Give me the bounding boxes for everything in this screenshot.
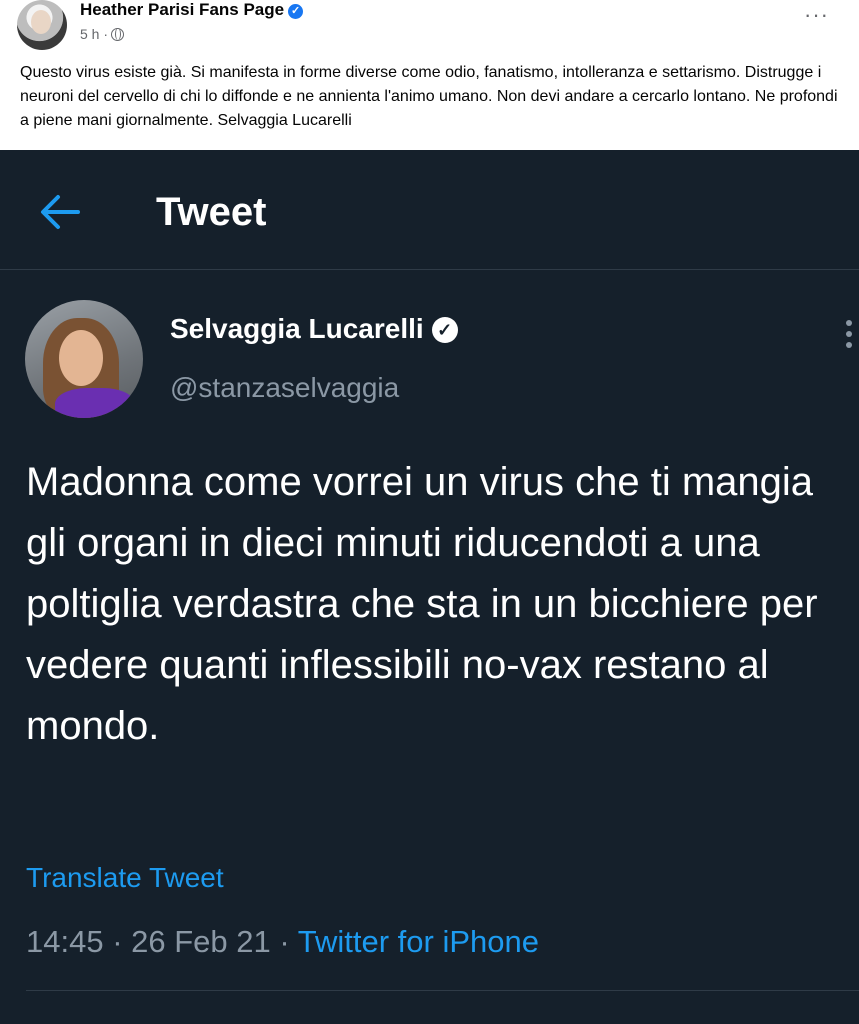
meta-dot-2: · [279,924,290,959]
tweet-header-title: Tweet [156,190,267,234]
globe-icon [111,28,125,41]
author-avatar[interactable] [25,300,143,418]
tweet-body: Madonna come vorrei un virus che ti mang… [26,460,818,748]
more-options-icon[interactable]: ··· [804,2,829,28]
tweet-screenshot: Tweet Selvaggia Lucarelli ✓ @stanzaselvag… [0,150,859,1024]
author-name-text[interactable]: Selvaggia Lucarelli [170,313,424,344]
facebook-post: Heather Parisi Fans Page ✓ 5 h · ··· Ques… [0,0,859,150]
back-arrow-icon[interactable] [38,192,82,232]
avatar-face [59,330,103,386]
header-divider [0,269,859,270]
tweet-time[interactable]: 14:45 [26,924,104,959]
more-vertical-icon[interactable] [845,320,853,354]
avatar-clothing [55,388,135,418]
author-handle[interactable]: @stanzaselvaggia [170,372,399,404]
translate-tweet-link[interactable]: Translate Tweet [26,862,224,894]
meta-dot: · [112,924,123,959]
time-separator: · [103,26,109,42]
verified-badge-icon: ✓ [288,4,304,19]
verified-badge-icon: ✓ [431,317,458,343]
tweet-date[interactable]: 26 Feb 21 [131,924,271,959]
post-time-text[interactable]: 5 h [80,26,99,42]
page-name[interactable]: Heather Parisi Fans Page ✓ [80,0,304,20]
page-avatar[interactable] [17,0,67,50]
post-text: Questo virus esiste già. Si manifesta in… [20,64,838,129]
tweet-source-link[interactable]: Twitter for iPhone [298,924,539,959]
post-timestamp[interactable]: 5 h · [80,26,125,42]
meta-divider [26,990,859,991]
author-name[interactable]: Selvaggia Lucarelli ✓ [170,313,458,345]
tweet-meta: 14:45 · 26 Feb 21 · Twitter for iPhone [26,924,539,960]
page-name-text[interactable]: Heather Parisi Fans Page [80,0,284,19]
